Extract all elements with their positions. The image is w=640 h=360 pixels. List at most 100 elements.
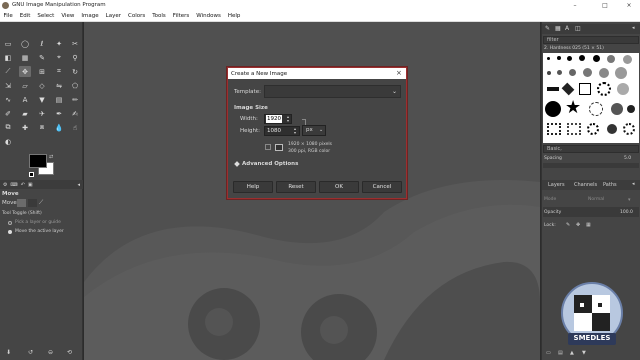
brush-grid[interactable]: ★: [543, 53, 639, 143]
mypaint-brush-icon[interactable]: ✍: [69, 108, 81, 119]
mode-value[interactable]: Normal: [588, 197, 604, 202]
tab-channels[interactable]: Channels: [574, 182, 597, 188]
menu-layer[interactable]: Layer: [102, 13, 124, 19]
cage-icon[interactable]: ⬠: [69, 80, 81, 91]
width-input[interactable]: 1920 ▴ ▾: [264, 114, 292, 124]
brush-item[interactable]: [589, 102, 603, 116]
eraser-icon[interactable]: ▰: [19, 108, 31, 119]
brush-item[interactable]: [557, 56, 561, 60]
brush-item[interactable]: [567, 56, 572, 61]
warp-icon[interactable]: ∿: [2, 94, 14, 105]
doc-history-tab-icon[interactable]: ◫: [575, 25, 581, 32]
move-tool-icon[interactable]: ✥: [19, 66, 31, 77]
brush-item[interactable]: [545, 101, 561, 117]
free-select-icon[interactable]: ℓ: [36, 38, 48, 49]
close-button[interactable]: ×: [620, 0, 638, 10]
move-selection-mode-icon[interactable]: [28, 199, 37, 207]
align-icon[interactable]: ⊞: [36, 66, 48, 77]
spacing-value[interactable]: 5.0: [624, 156, 631, 161]
menu-filters[interactable]: Filters: [169, 13, 193, 19]
brush-item[interactable]: [623, 123, 635, 135]
device-status-tab-icon[interactable]: ⌨: [10, 182, 17, 188]
brush-item[interactable]: [617, 83, 629, 95]
tab-menu-icon[interactable]: ◂: [77, 182, 80, 188]
tab-paths[interactable]: Paths: [603, 182, 617, 188]
brush-item[interactable]: [569, 69, 576, 76]
menu-file[interactable]: File: [0, 13, 16, 19]
pick-layer-radio[interactable]: [8, 221, 12, 225]
brush-item[interactable]: [547, 71, 551, 75]
clone-icon[interactable]: ⧉: [2, 122, 14, 133]
menu-select[interactable]: Select: [34, 13, 58, 19]
brush-item[interactable]: [547, 57, 550, 60]
brush-item[interactable]: [615, 67, 627, 79]
brush-item[interactable]: [579, 55, 585, 61]
blend-icon[interactable]: ▤: [53, 94, 65, 105]
rotate-icon[interactable]: ↻: [69, 66, 81, 77]
pencil-icon[interactable]: ✏: [69, 94, 81, 105]
help-button[interactable]: Help: [233, 181, 273, 193]
fonts-tab-icon[interactable]: A: [565, 25, 569, 32]
mode-chevron-icon[interactable]: ▾: [628, 197, 631, 203]
brushes-tab-menu-icon[interactable]: ◂: [632, 25, 635, 31]
brush-item[interactable]: [599, 68, 609, 78]
tool-options-tab-icon[interactable]: ⚙: [3, 182, 7, 188]
foreground-color-swatch-top[interactable]: [29, 154, 47, 168]
move-layer-mode-icon[interactable]: [17, 199, 26, 207]
pick-layer-option[interactable]: Pick a layer or guide: [15, 220, 61, 225]
dialog-close-icon[interactable]: ×: [396, 69, 402, 77]
brush-item[interactable]: [561, 82, 575, 96]
reset-button[interactable]: Reset: [276, 181, 316, 193]
brush-item[interactable]: [597, 82, 611, 96]
move-active-layer-radio[interactable]: [8, 230, 12, 234]
menu-colors[interactable]: Colors: [124, 13, 148, 19]
lock-alpha-icon[interactable]: ▦: [586, 222, 591, 228]
scissors-icon[interactable]: ✂: [69, 38, 81, 49]
save-tool-preset-icon[interactable]: ⬇: [6, 349, 11, 356]
restore-tool-preset-icon[interactable]: ↺: [28, 349, 33, 356]
new-layer-icon[interactable]: ▭: [546, 350, 551, 356]
patterns-tab-icon[interactable]: ▦: [555, 25, 561, 32]
brush-item[interactable]: ★: [565, 99, 581, 117]
brush-item[interactable]: [547, 123, 561, 135]
undo-history-tab-icon[interactable]: ↶: [21, 182, 25, 188]
crop-icon[interactable]: ⌗: [53, 66, 65, 77]
flip-icon[interactable]: ⇋: [53, 80, 65, 91]
height-stepper-icon[interactable]: ▴ ▾: [294, 127, 296, 135]
menu-edit[interactable]: Edit: [16, 13, 34, 19]
swap-colors-icon[interactable]: ⇄: [49, 154, 53, 160]
brush-item[interactable]: [547, 87, 559, 91]
width-stepper-icon[interactable]: ▴ ▾: [287, 115, 289, 123]
perspective-clone-icon[interactable]: ⧈: [36, 122, 48, 133]
move-path-mode-icon[interactable]: ⟋: [39, 199, 48, 207]
paths-icon[interactable]: ✎: [36, 52, 48, 63]
images-tab-icon[interactable]: ▣: [28, 182, 33, 188]
advanced-options-expander-icon[interactable]: [234, 161, 240, 167]
color-select-icon[interactable]: ▦: [19, 52, 31, 63]
delete-tool-preset-icon[interactable]: ⊖: [48, 349, 53, 356]
cancel-button[interactable]: Cancel: [362, 181, 402, 193]
landscape-orientation-icon[interactable]: [275, 144, 283, 151]
zoom-icon[interactable]: ⚲: [69, 52, 81, 63]
width-value[interactable]: 1920: [266, 115, 282, 123]
foreground-select-icon[interactable]: ◧: [2, 52, 14, 63]
brush-item[interactable]: [587, 123, 599, 135]
advanced-options-toggle[interactable]: Advanced Options: [242, 161, 298, 167]
measure-icon[interactable]: ⟋: [2, 66, 14, 77]
brush-item[interactable]: [579, 83, 591, 95]
text-tool-icon[interactable]: A: [19, 94, 31, 105]
dodge-burn-icon[interactable]: ◐: [2, 136, 14, 147]
brush-item[interactable]: [627, 105, 635, 113]
fuzzy-select-icon[interactable]: ✦: [53, 38, 65, 49]
brush-item[interactable]: [623, 55, 632, 64]
menu-view[interactable]: View: [58, 13, 78, 19]
maximize-button[interactable]: □: [596, 0, 614, 10]
brush-item[interactable]: [607, 55, 615, 63]
airbrush-icon[interactable]: ✈: [36, 108, 48, 119]
move-active-layer-option[interactable]: Move the active layer: [15, 229, 64, 234]
menu-tools[interactable]: Tools: [149, 13, 170, 19]
minimize-button[interactable]: –: [566, 0, 584, 10]
lock-pixels-icon[interactable]: ✎: [566, 222, 570, 228]
opacity-value[interactable]: 100.0: [620, 210, 633, 215]
color-picker-icon[interactable]: ⌖: [53, 52, 65, 63]
